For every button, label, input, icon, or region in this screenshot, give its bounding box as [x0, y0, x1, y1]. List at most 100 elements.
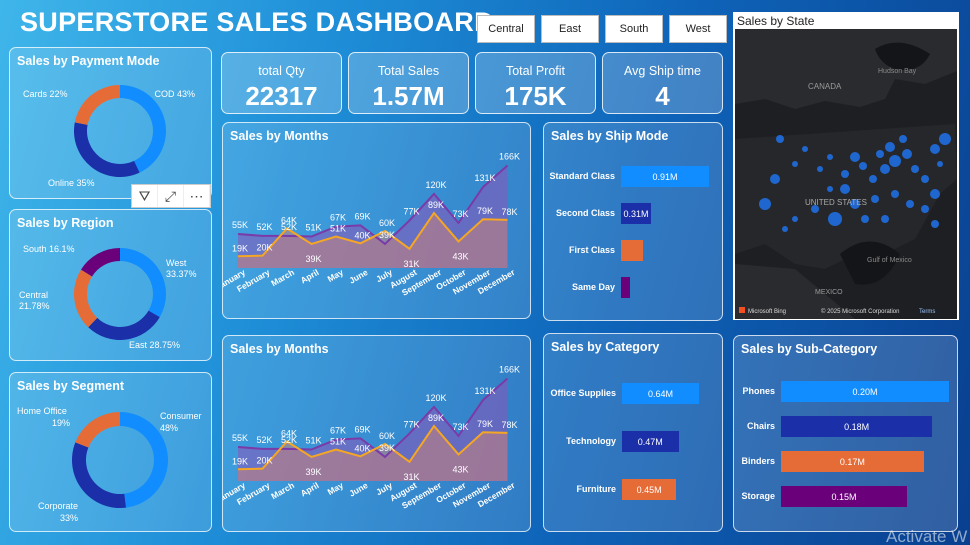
map-data-point[interactable] [817, 166, 823, 172]
map-data-point[interactable] [881, 215, 889, 223]
kpi-total-profit: Total Profit 175K [475, 52, 596, 114]
kpi-value: 22317 [245, 81, 318, 111]
visual-toolbar[interactable]: ⛛ ⤢ ⋯ [131, 184, 211, 208]
donut-slice[interactable] [74, 122, 140, 178]
map-data-point[interactable] [871, 195, 879, 203]
map-data-point[interactable] [937, 161, 943, 167]
segment-donut-chart[interactable]: Consumer 48% Corporate 33% Home Office 1… [10, 373, 213, 533]
map-data-point[interactable] [939, 133, 951, 145]
kpi-total-sales: Total Sales 1.57M [348, 52, 469, 114]
map-data-point[interactable] [770, 174, 780, 184]
slicer-west[interactable]: West [669, 15, 727, 43]
bar[interactable]: 0.31M [621, 203, 651, 224]
category-card[interactable]: Sales by Category Office Supplies 0.64M Te… [543, 333, 723, 532]
bar[interactable] [621, 240, 644, 261]
months-chart-card-top[interactable]: Sales by Months 55K 52K 52K 51K 67K 69K 39K 77K… [222, 122, 531, 319]
map-data-point[interactable] [827, 154, 833, 160]
months-area-chart[interactable]: 55K 52K 52K 51K67K 69K39K77K120K73K131K166K1… [223, 123, 532, 320]
x-tick-label: May [326, 480, 346, 497]
map-data-point[interactable] [841, 170, 849, 178]
bar[interactable]: 0.91M [621, 166, 709, 187]
slicer-south[interactable]: South [605, 15, 663, 43]
donut-slice[interactable] [74, 85, 120, 125]
map-label-mexico: MEXICO [815, 289, 843, 296]
donut-slice[interactable] [81, 248, 120, 277]
map-data-point[interactable] [792, 161, 798, 167]
segment-card[interactable]: Sales by Segment Consumer 48% Corporate … [9, 372, 212, 532]
focus-mode-icon[interactable]: ⤢ [158, 185, 184, 207]
map-data-point[interactable] [861, 215, 869, 223]
donut-slice[interactable] [71, 442, 127, 508]
bar[interactable]: 0.18M [781, 416, 933, 437]
ship-mode-card[interactable]: Sales by Ship Mode Standard Class 0.91M Se… [543, 122, 723, 321]
data-label: 55K [232, 433, 248, 443]
map-data-point[interactable] [859, 162, 867, 170]
slice-pct-corporate: 33% [60, 513, 78, 523]
data-label: 40K [354, 443, 370, 453]
payment-mode-card[interactable]: Sales by Payment Mode COD 43% Online 35%… [9, 47, 212, 199]
map-data-point[interactable] [792, 216, 798, 222]
map-data-point[interactable] [902, 149, 912, 159]
map-data-point[interactable] [776, 135, 784, 143]
region-card[interactable]: Sales by Region West 33.37% East 28.75% … [9, 209, 212, 361]
data-label: 166K [499, 364, 520, 374]
slicer-east[interactable]: East [541, 15, 599, 43]
data-label: 60K [379, 431, 395, 441]
months-area-chart[interactable]: 55K 52K 52K 51K67K 69K39K77K120K73K131K166K1… [223, 336, 532, 533]
map-data-point[interactable] [930, 189, 940, 199]
kpi-total-qty: total Qty 22317 [221, 52, 342, 114]
map-data-point[interactable] [759, 198, 771, 210]
bar[interactable]: 0.64M [622, 383, 699, 404]
data-label: 39K [305, 467, 321, 477]
payment-donut-chart[interactable]: COD 43% Online 35% Cards 22% [10, 48, 213, 200]
map-canvas[interactable]: Hudson Bay CANADA UNITED STATES Gulf of … [735, 29, 957, 319]
kpi-avg-ship-time: Avg Ship time 4 [602, 52, 723, 114]
months-chart-card-bottom[interactable]: Sales by Months 55K 52K 52K 51K 67K 69K 39K 77K… [222, 335, 531, 532]
bar[interactable]: 0.20M [781, 381, 949, 402]
map-data-point[interactable] [876, 150, 884, 158]
map-data-point[interactable] [840, 184, 850, 194]
data-label: 51K [305, 436, 321, 446]
donut-slice[interactable] [74, 269, 98, 328]
map-terms-link[interactable]: Terms [919, 309, 935, 315]
map-data-point[interactable] [911, 165, 919, 173]
bar[interactable]: 0.47M [622, 431, 679, 452]
slice-label-home-office: Home Office [17, 406, 67, 416]
more-options-icon[interactable]: ⋯ [184, 185, 210, 207]
bar[interactable]: 0.17M [781, 451, 924, 472]
map-data-point[interactable] [869, 175, 877, 183]
map-data-point[interactable] [889, 155, 901, 167]
sales-by-state-map-card[interactable]: Sales by State Hudson Bay CANADA UNITED … [733, 12, 959, 320]
data-label: 51K [305, 223, 321, 233]
donut-slice[interactable] [75, 412, 120, 448]
card-title: Sales by State [737, 14, 815, 28]
slice-label-online: Online 35% [48, 178, 95, 188]
map-data-point[interactable] [827, 186, 833, 192]
map-data-point[interactable] [921, 175, 929, 183]
map-data-point[interactable] [885, 142, 895, 152]
region-donut-chart[interactable]: West 33.37% East 28.75% Central 21.78% S… [10, 210, 213, 362]
donut-slice[interactable] [88, 310, 160, 340]
sub-category-card[interactable]: Sales by Sub-Category Phones 0.20M Chairs 0… [733, 335, 958, 532]
map-data-point[interactable] [899, 135, 907, 143]
map-data-point[interactable] [891, 190, 899, 198]
slice-label-south: South 16.1% [23, 244, 75, 254]
bar[interactable] [621, 277, 630, 298]
map-data-point[interactable] [802, 146, 808, 152]
bar[interactable]: 0.15M [781, 486, 907, 507]
map-data-point[interactable] [906, 200, 914, 208]
donut-slice[interactable] [120, 248, 166, 318]
data-label: 120K [425, 180, 446, 190]
map-data-point[interactable] [880, 164, 890, 174]
map-data-point[interactable] [931, 220, 939, 228]
map-data-point[interactable] [782, 226, 788, 232]
bar[interactable]: 0.45M [622, 479, 677, 500]
map-data-point[interactable] [828, 212, 842, 226]
slicer-central[interactable]: Central [477, 15, 535, 43]
map-data-point[interactable] [930, 144, 940, 154]
filter-icon[interactable]: ⛛ [132, 185, 158, 207]
map-data-point[interactable] [850, 152, 860, 162]
slice-pct-central: 21.78% [19, 301, 50, 311]
bar-category-label: Chairs [746, 421, 775, 431]
map-data-point[interactable] [921, 205, 929, 213]
